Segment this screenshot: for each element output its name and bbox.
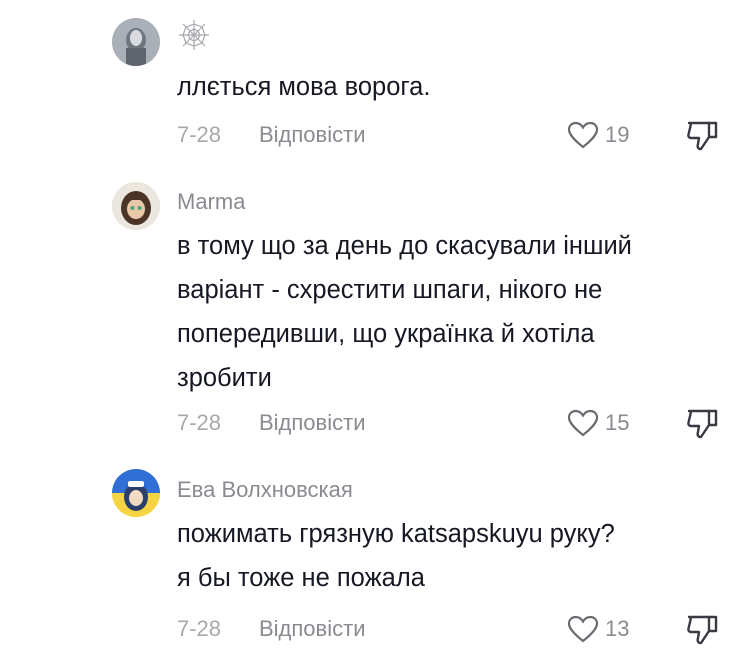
comment-text-line: ллється мова ворога.: [177, 73, 431, 101]
like-count: 19: [605, 122, 630, 147]
comment-text-line: зробити: [177, 364, 272, 392]
avatar[interactable]: [112, 182, 160, 230]
comment-text-line: попередивши, що українка й хотіла: [177, 320, 595, 348]
comment-actions: 7-28 Відповісти 15: [177, 407, 750, 439]
heart-outline-icon: [567, 121, 599, 149]
comment-text: пожимать грязную katsapskuyu руку? я бы …: [177, 512, 722, 600]
reply-button[interactable]: Відповісти: [259, 408, 366, 438]
reply-button[interactable]: Відповісти: [259, 614, 366, 644]
comment-actions: 7-28 Відповісти 13: [177, 613, 750, 645]
comment-date: 7-28: [177, 410, 222, 435]
comment-date: 7-28: [177, 616, 222, 641]
comment-text-line: в тому що за день до скасували інший: [177, 232, 632, 260]
thumbs-down-outline-icon[interactable]: [685, 613, 719, 645]
reply-button[interactable]: Відповісти: [259, 120, 366, 150]
spider-web-icon: [177, 18, 211, 52]
thumbs-down-outline-icon[interactable]: [685, 407, 719, 439]
comment-text-line: я бы тоже не пожала: [177, 564, 425, 592]
like-count: 13: [605, 616, 630, 641]
comment-actions: 7-28 Відповісти 19: [177, 119, 750, 151]
comment-date: 7-28: [177, 122, 222, 147]
comment-text-line: варіант - схрестити шпаги, нікого не: [177, 276, 603, 304]
heart-outline-icon: [567, 409, 599, 437]
avatar[interactable]: [112, 18, 160, 66]
comment-username[interactable]: Marma: [177, 189, 245, 215]
comment-username[interactable]: Ева Волхновская: [177, 477, 353, 503]
avatar[interactable]: [112, 469, 160, 517]
heart-outline-icon: [567, 615, 599, 643]
comment-text-line: пожимать грязную katsapskuyu руку?: [177, 520, 615, 548]
thumbs-down-outline-icon[interactable]: [685, 119, 719, 151]
like-count: 15: [605, 410, 630, 435]
comment-text: в тому що за день до скасували інший вар…: [177, 224, 722, 400]
comment-text: ллється мова ворога.: [177, 65, 722, 109]
